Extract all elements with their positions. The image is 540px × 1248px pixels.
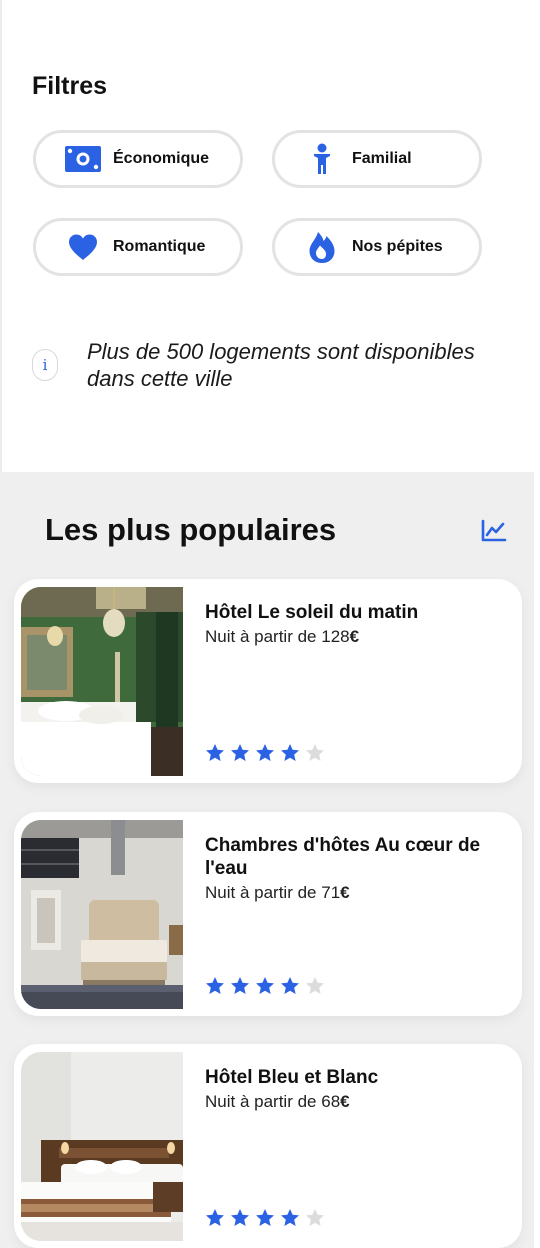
hotel-card[interactable]: Chambres d'hôtes Au cœur de l'eau Nuit à… xyxy=(14,812,522,1016)
star-filled-icon xyxy=(281,1209,299,1226)
hotel-photo xyxy=(21,1052,183,1241)
hotel-rating xyxy=(205,743,325,763)
hotel-price: Nuit à partir de 71€ xyxy=(205,883,350,902)
star-empty-icon xyxy=(306,744,324,761)
hotel-rating xyxy=(205,976,325,996)
filter-chip-label: Nos pépites xyxy=(352,238,443,255)
hotel-photo xyxy=(21,820,183,1009)
hotel-name: Chambres d'hôtes Au cœur de l'eau xyxy=(205,835,481,879)
info-banner: i Plus de 500 logements sont disponibles… xyxy=(32,338,522,398)
popular-title: Les plus populaires xyxy=(45,512,337,547)
hotel-photo xyxy=(21,587,183,776)
fire-icon xyxy=(303,231,341,263)
star-filled-icon xyxy=(256,1209,274,1226)
star-filled-icon xyxy=(206,1209,224,1226)
filter-chip-label: Économique xyxy=(113,150,210,167)
hotel-rating xyxy=(205,1208,325,1228)
child-icon xyxy=(303,143,341,175)
filters-title: Filtres xyxy=(32,72,108,100)
hotel-price: Nuit à partir de 128€ xyxy=(205,627,360,646)
heart-icon xyxy=(64,231,102,263)
hotel-name: Hôtel Le soleil du matin xyxy=(205,602,419,623)
star-filled-icon xyxy=(231,744,249,761)
star-filled-icon xyxy=(231,977,249,994)
filter-chip-economique[interactable]: Économique xyxy=(33,130,243,188)
star-empty-icon xyxy=(306,1209,324,1226)
filter-chip-label: Familial xyxy=(352,150,412,167)
chart-line-icon[interactable] xyxy=(481,519,507,543)
filter-chip-label: Romantique xyxy=(113,238,206,255)
star-filled-icon xyxy=(206,744,224,761)
star-empty-icon xyxy=(306,977,324,994)
star-filled-icon xyxy=(206,977,224,994)
filter-chip-nos-pepites[interactable]: Nos pépites xyxy=(272,218,482,276)
star-filled-icon xyxy=(281,977,299,994)
filter-chip-romantique[interactable]: Romantique xyxy=(33,218,243,276)
hotel-name: Hôtel Bleu et Blanc xyxy=(205,1067,379,1088)
star-filled-icon xyxy=(256,977,274,994)
hotel-card[interactable]: Hôtel Le soleil du matin Nuit à partir d… xyxy=(14,579,522,783)
hotel-card[interactable]: Hôtel Bleu et Blanc Nuit à partir de 68€ xyxy=(14,1044,522,1248)
popular-section: Les plus populaires Hôtel Le soleil du m… xyxy=(0,472,534,1248)
hotel-price: Nuit à partir de 68€ xyxy=(205,1092,350,1111)
info-text: Plus de 500 logements sont disponibles d… xyxy=(87,339,475,391)
star-filled-icon xyxy=(231,1209,249,1226)
star-filled-icon xyxy=(256,744,274,761)
star-filled-icon xyxy=(281,744,299,761)
filter-chip-familial[interactable]: Familial xyxy=(272,130,482,188)
money-bill-icon xyxy=(64,143,102,175)
info-icon: i xyxy=(32,349,58,381)
filters-section: Filtres Économique Familial Romantique N… xyxy=(0,0,534,472)
